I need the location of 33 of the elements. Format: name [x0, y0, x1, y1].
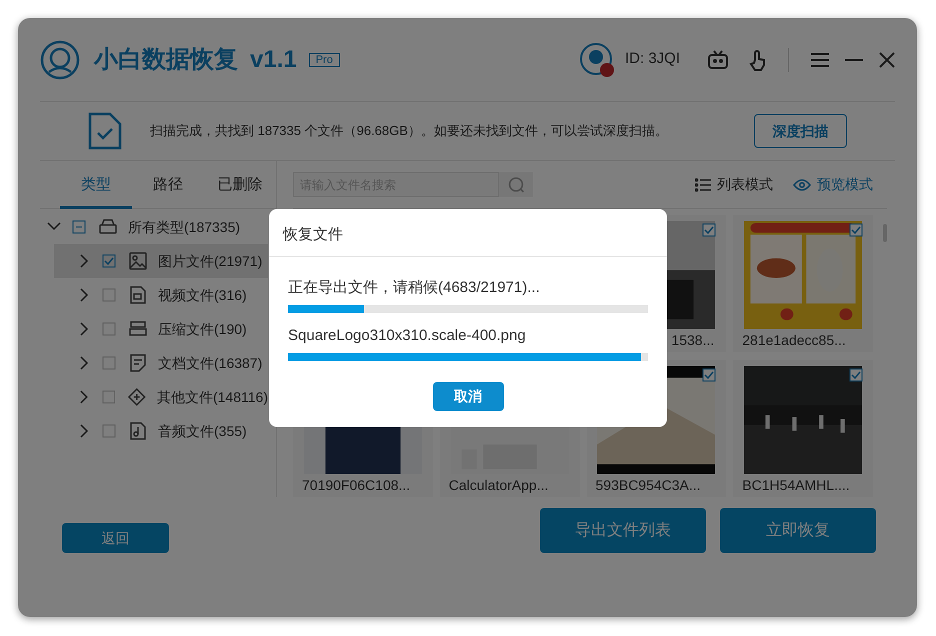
file-name: CalculatorApp... [448, 476, 550, 495]
file-name: BC1H54AMHL.... [741, 476, 851, 495]
tree-label: 其他文件(148116) [156, 388, 268, 407]
user-id: ID: 3JQI [624, 49, 680, 70]
cancel-button[interactable]: 取消 [432, 382, 504, 411]
deep-scan-button[interactable]: 深度扫描 [754, 114, 847, 148]
pro-badge: Pro [308, 52, 340, 66]
tree-row[interactable]: 图片文件(21971) [54, 244, 268, 278]
file-name: 70190F06C108... [301, 476, 412, 495]
file-name: 593BC954C3A... [594, 476, 702, 495]
tree-label: 图片文件(21971) [158, 252, 262, 271]
file-tile[interactable]: 281e1adecc85... [733, 215, 873, 352]
tree-label: 音频文件(355) [158, 422, 247, 441]
sidebar-tab[interactable]: 已删除 [204, 161, 276, 209]
dialog-title: 恢复文件 [269, 209, 667, 257]
back-button[interactable]: 返回 [62, 523, 169, 553]
recover-button[interactable]: 立即恢复 [720, 508, 876, 553]
view-mode-button[interactable]: 预览模式 [793, 174, 873, 195]
current-file-name: SquareLogo310x310.scale-400.png [288, 326, 527, 346]
export-list-button[interactable]: 导出文件列表 [540, 508, 706, 553]
file-name: 1538... [670, 331, 716, 350]
sidebar-tab[interactable]: 路径 [132, 161, 204, 209]
version-label: v1.1 [250, 44, 297, 74]
export-status: 正在导出文件，请稍候(4683/21971)... [288, 278, 541, 298]
tree-label: 压缩文件(190) [158, 320, 247, 339]
scan-summary: 扫描完成，共找到 187335 个文件（96.68GB）。如要还未找到文件，可以尝试深度扫描。 [150, 122, 668, 140]
app-title: 小白数据恢复 [94, 44, 238, 74]
file-name: 281e1adecc85... [741, 331, 847, 350]
view-mode-button[interactable]: 列表模式 [695, 174, 773, 195]
file-tile[interactable]: BC1H54AMHL.... [733, 360, 873, 497]
tree-label: 所有类型(187335) [128, 218, 240, 237]
tree-label: 文档文件(16387) [158, 354, 262, 373]
tree-label: 视频文件(316) [158, 286, 247, 305]
